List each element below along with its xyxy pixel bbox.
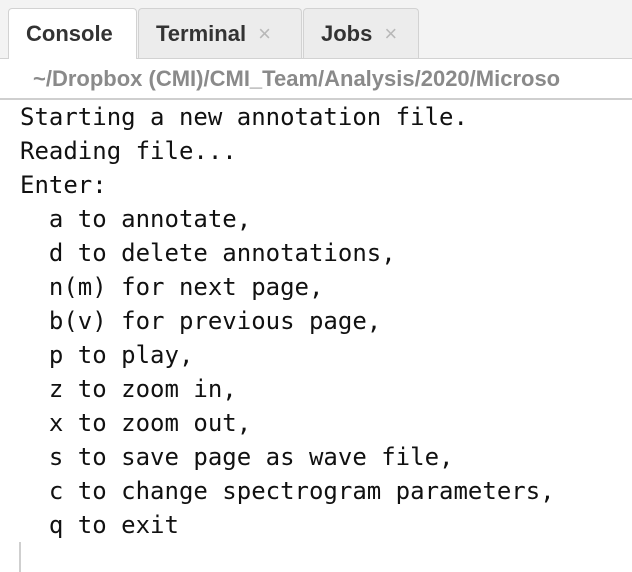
console-line: Reading file... [20,137,237,165]
tab-terminal[interactable]: Terminal × [138,8,302,58]
console-output[interactable]: Starting a new annotation file. Reading … [0,100,632,572]
console-line: q to exit [20,511,179,539]
working-directory-bar: ~/Dropbox (CMI)/CMI_Team/Analysis/2020/M… [0,58,632,100]
console-line: b(v) for previous page, [20,307,382,335]
console-line: p to play, [20,341,194,369]
console-input-cursor[interactable] [19,542,21,572]
working-directory-path[interactable]: ~/Dropbox (CMI)/CMI_Team/Analysis/2020/M… [33,66,560,92]
console-line: Starting a new annotation file. [20,103,468,131]
console-line: x to zoom out, [20,409,252,437]
tab-console-label: Console [26,21,113,46]
console-line: s to save page as wave file, [20,443,454,471]
tab-terminal-label: Terminal [156,20,247,46]
console-line: n(m) for next page, [20,273,324,301]
console-line: c to change spectrogram parameters, [20,477,555,505]
close-icon[interactable]: × [384,21,397,47]
tab-console[interactable]: Console [8,8,137,59]
console-line: Enter: [20,171,107,199]
pane-tab-bar: Console Terminal × Jobs × [0,0,632,59]
close-icon[interactable]: × [258,21,271,47]
tab-jobs[interactable]: Jobs × [303,8,419,58]
console-line: z to zoom in, [20,375,237,403]
console-line: a to annotate, [20,205,252,233]
tab-jobs-label: Jobs [321,20,373,46]
console-line: d to delete annotations, [20,239,396,267]
